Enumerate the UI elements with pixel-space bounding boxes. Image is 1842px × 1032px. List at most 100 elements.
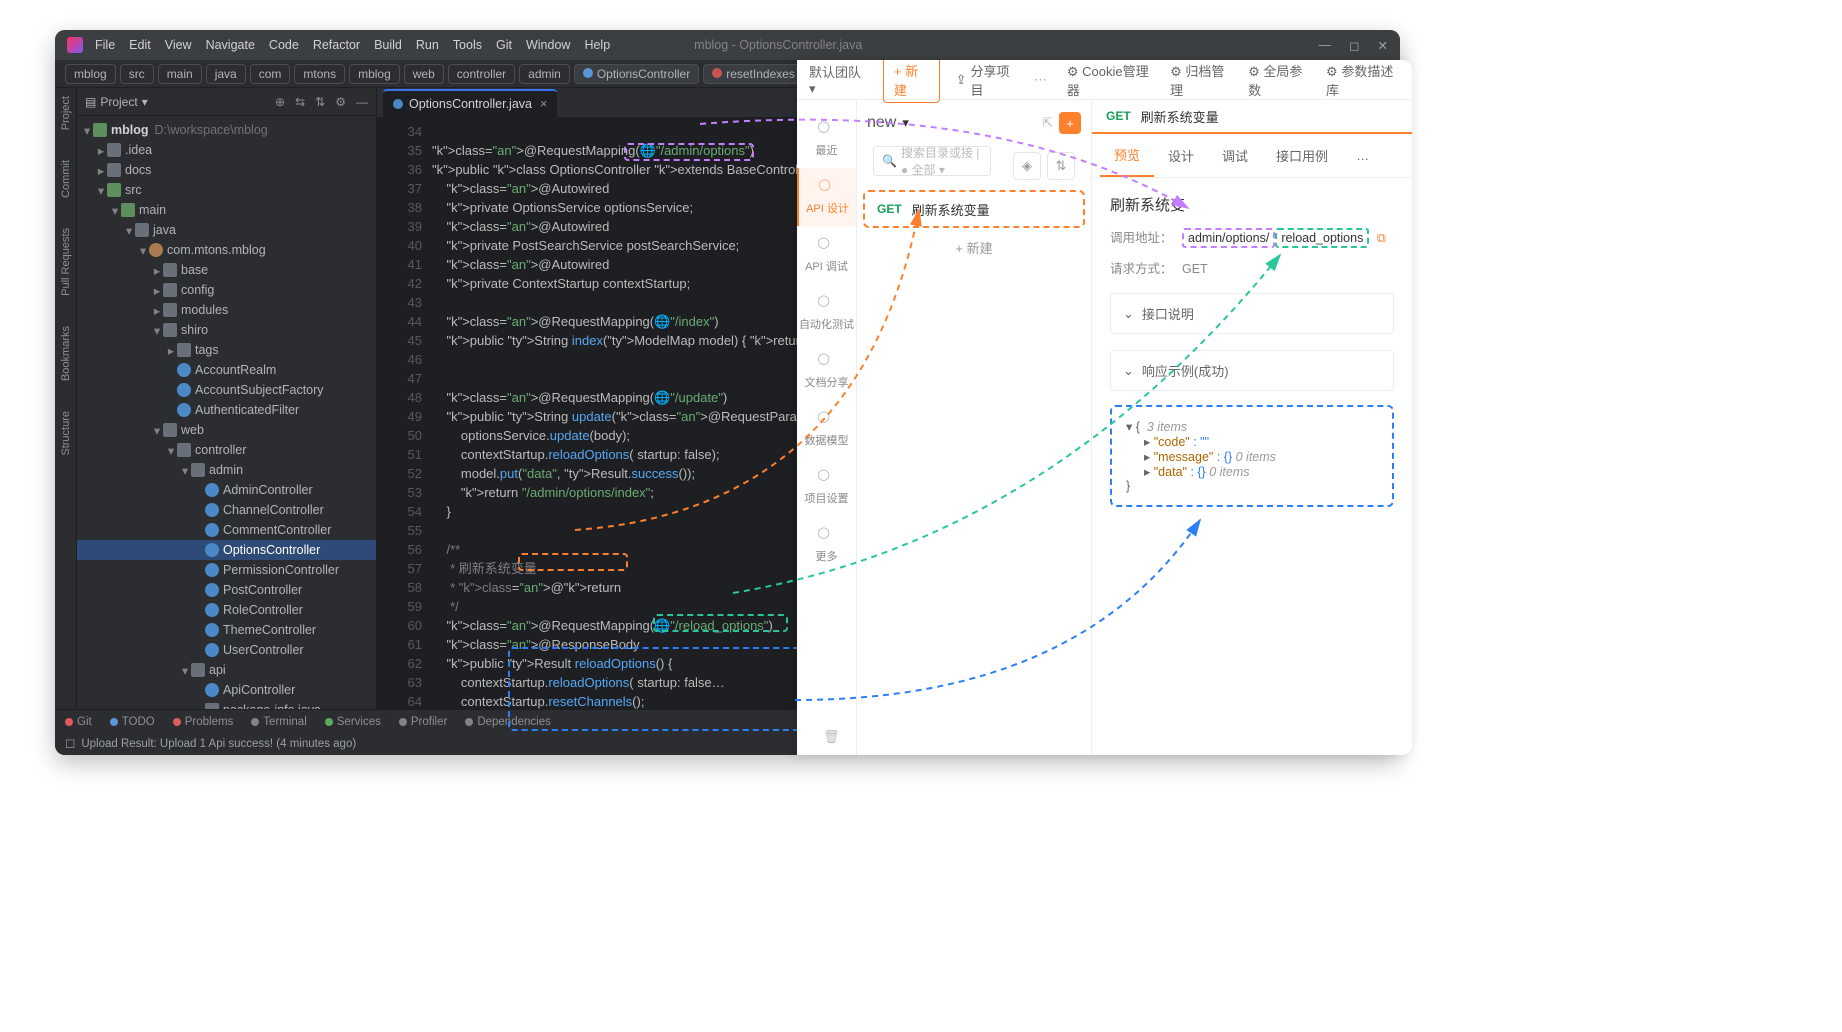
tool-profiler[interactable]: Profiler xyxy=(399,716,447,728)
tree-item[interactable]: ▾shiro xyxy=(77,320,376,340)
crumb[interactable]: com xyxy=(250,64,291,84)
tree-item[interactable]: package-info.java xyxy=(77,700,376,709)
top-link[interactable]: ⚙ Cookie管理器 xyxy=(1067,61,1154,99)
tool-problems[interactable]: Problems xyxy=(173,716,234,728)
tree-item[interactable]: AuthenticatedFilter xyxy=(77,400,376,420)
rail-project[interactable]: Project xyxy=(60,96,72,130)
section-response[interactable]: ⌄ 响应示例(成功) xyxy=(1110,350,1394,391)
tool-services[interactable]: Services xyxy=(325,716,381,728)
menu-edit[interactable]: Edit xyxy=(129,38,151,52)
rail-structure[interactable]: Structure xyxy=(60,411,72,456)
new-api-button[interactable]: + 新建 xyxy=(857,228,1091,266)
rail-bookmarks[interactable]: Bookmarks xyxy=(60,326,72,381)
hide-icon[interactable]: — xyxy=(356,95,368,109)
rail-item[interactable]: ◯项目设置 xyxy=(797,458,856,516)
menu-code[interactable]: Code xyxy=(269,38,299,52)
gear-icon[interactable]: ⚙ xyxy=(335,95,346,109)
subtab[interactable]: 调试 xyxy=(1208,134,1262,177)
close-icon[interactable]: × xyxy=(540,97,547,111)
crumb[interactable]: src xyxy=(120,64,154,84)
tree-item[interactable]: ▸tags xyxy=(77,340,376,360)
top-link[interactable]: ⚙ 全局参数 xyxy=(1248,61,1310,99)
editor-tab[interactable]: OptionsController.java × xyxy=(383,89,557,117)
api-rail[interactable]: ◯最近◯API 设计◯API 调试◯自动化测试◯文档分享◯数据模型◯项目设置◯更… xyxy=(797,100,857,755)
rail-item[interactable]: ◯更多 xyxy=(797,516,856,574)
tree-item[interactable]: ▾com.mtons.mblog xyxy=(77,240,376,260)
crumb[interactable]: mblog xyxy=(349,64,400,84)
crumb[interactable]: mtons xyxy=(294,64,345,84)
api-entry[interactable]: GET 刷新系统变量 xyxy=(863,190,1085,228)
menu-file[interactable]: File xyxy=(95,38,115,52)
window-control[interactable]: ✕ xyxy=(1378,38,1388,53)
add-button[interactable]: + xyxy=(1059,112,1081,134)
more-icon[interactable]: ⋯ xyxy=(1034,72,1047,88)
menu-help[interactable]: Help xyxy=(584,38,610,52)
locate-icon[interactable]: ⊕ xyxy=(275,95,285,109)
rail-pull-requests[interactable]: Pull Requests xyxy=(60,228,72,296)
tree-item[interactable]: ▾main xyxy=(77,200,376,220)
rail-item[interactable]: ◯自动化测试 xyxy=(797,284,856,342)
tree-item[interactable]: ▾controller xyxy=(77,440,376,460)
menu-window[interactable]: Window xyxy=(526,38,570,52)
filter-icon[interactable]: ◈ xyxy=(1013,152,1041,180)
sub-tabs[interactable]: 预览设计调试接口用例… xyxy=(1092,134,1412,178)
sort-icon[interactable]: ⇅ xyxy=(1047,152,1075,180)
tree-item[interactable]: ▸config xyxy=(77,280,376,300)
tree-item[interactable]: UserController xyxy=(77,640,376,660)
rail-item[interactable]: ◯数据模型 xyxy=(797,400,856,458)
crumb-class[interactable]: OptionsController xyxy=(574,64,699,84)
chevron-down-icon[interactable]: ▾ xyxy=(902,115,909,131)
tool-todo[interactable]: TODO xyxy=(110,716,155,728)
tree-item[interactable]: ▸docs xyxy=(77,160,376,180)
left-rail[interactable]: Project Commit Pull Requests Bookmarks Struc… xyxy=(55,88,77,709)
project-header[interactable]: ▤ Project ▾ ⊕ ⇆ ⇅ ⚙ — xyxy=(77,88,376,116)
main-menu[interactable]: FileEditViewNavigateCodeRefactorBuildRun… xyxy=(95,38,624,52)
subtab[interactable]: 接口用例 xyxy=(1262,134,1342,177)
subtab[interactable]: 预览 xyxy=(1100,134,1154,177)
tool-terminal[interactable]: Terminal xyxy=(251,716,306,728)
collapse-icon[interactable]: ⇅ xyxy=(315,95,325,109)
top-link[interactable]: ⚙ 归档管理 xyxy=(1170,61,1232,99)
tree-item[interactable]: ▾src xyxy=(77,180,376,200)
import-icon[interactable]: ⇱ xyxy=(1042,115,1053,131)
tree-item[interactable]: ▾api xyxy=(77,660,376,680)
crumb[interactable]: admin xyxy=(519,64,570,84)
tree-item[interactable]: ▾java xyxy=(77,220,376,240)
tree-item[interactable]: OptionsController xyxy=(77,540,376,560)
tree-item[interactable]: AdminController xyxy=(77,480,376,500)
tree-item[interactable]: CommentController xyxy=(77,520,376,540)
tree-item[interactable]: ▸base xyxy=(77,260,376,280)
api-list[interactable]: GET 刷新系统变量 + 新建 xyxy=(857,190,1091,755)
rail-item[interactable]: ◯文档分享 xyxy=(797,342,856,400)
menu-refactor[interactable]: Refactor xyxy=(313,38,360,52)
project-tree[interactable]: ▾mblogD:\workspace\mblog▸.idea▸docs▾src▾… xyxy=(77,116,376,709)
menu-git[interactable]: Git xyxy=(496,38,512,52)
tree-item[interactable]: ChannelController xyxy=(77,500,376,520)
tree-item[interactable]: PostController xyxy=(77,580,376,600)
rail-commit[interactable]: Commit xyxy=(60,160,72,198)
window-controls[interactable]: —◻✕ xyxy=(1319,38,1388,53)
window-control[interactable]: — xyxy=(1319,38,1332,53)
crumb[interactable]: java xyxy=(206,64,246,84)
search-input[interactable]: 🔍搜索目录或接 | ● 全部 ▾ xyxy=(873,146,991,176)
rail-item[interactable]: ◯最近 xyxy=(797,110,856,168)
crumb[interactable]: mblog xyxy=(65,64,116,84)
tree-item[interactable]: ▸modules xyxy=(77,300,376,320)
tree-item[interactable]: RoleController xyxy=(77,600,376,620)
menu-view[interactable]: View xyxy=(165,38,192,52)
rail-item[interactable]: ◯API 设计 xyxy=(797,168,856,226)
team-dropdown[interactable]: 默认团队 ▾ xyxy=(809,62,867,97)
new-button[interactable]: + 新建 xyxy=(883,60,940,103)
tree-item[interactable]: ▾admin xyxy=(77,460,376,480)
subtab[interactable]: 设计 xyxy=(1154,134,1208,177)
tree-item[interactable]: AccountRealm xyxy=(77,360,376,380)
tree-item[interactable]: ThemeController xyxy=(77,620,376,640)
menu-tools[interactable]: Tools xyxy=(453,38,482,52)
top-link[interactable]: ⚙ 参数描述库 xyxy=(1326,61,1400,99)
share-project[interactable]: ⇪ 分享项目 xyxy=(956,61,1018,99)
tree-item[interactable]: ▸.idea xyxy=(77,140,376,160)
copy-icon[interactable]: ⧉ xyxy=(1377,231,1386,245)
crumb-method[interactable]: resetIndexes xyxy=(703,64,804,84)
tree-item[interactable]: AccountSubjectFactory xyxy=(77,380,376,400)
tree-item[interactable]: PermissionController xyxy=(77,560,376,580)
